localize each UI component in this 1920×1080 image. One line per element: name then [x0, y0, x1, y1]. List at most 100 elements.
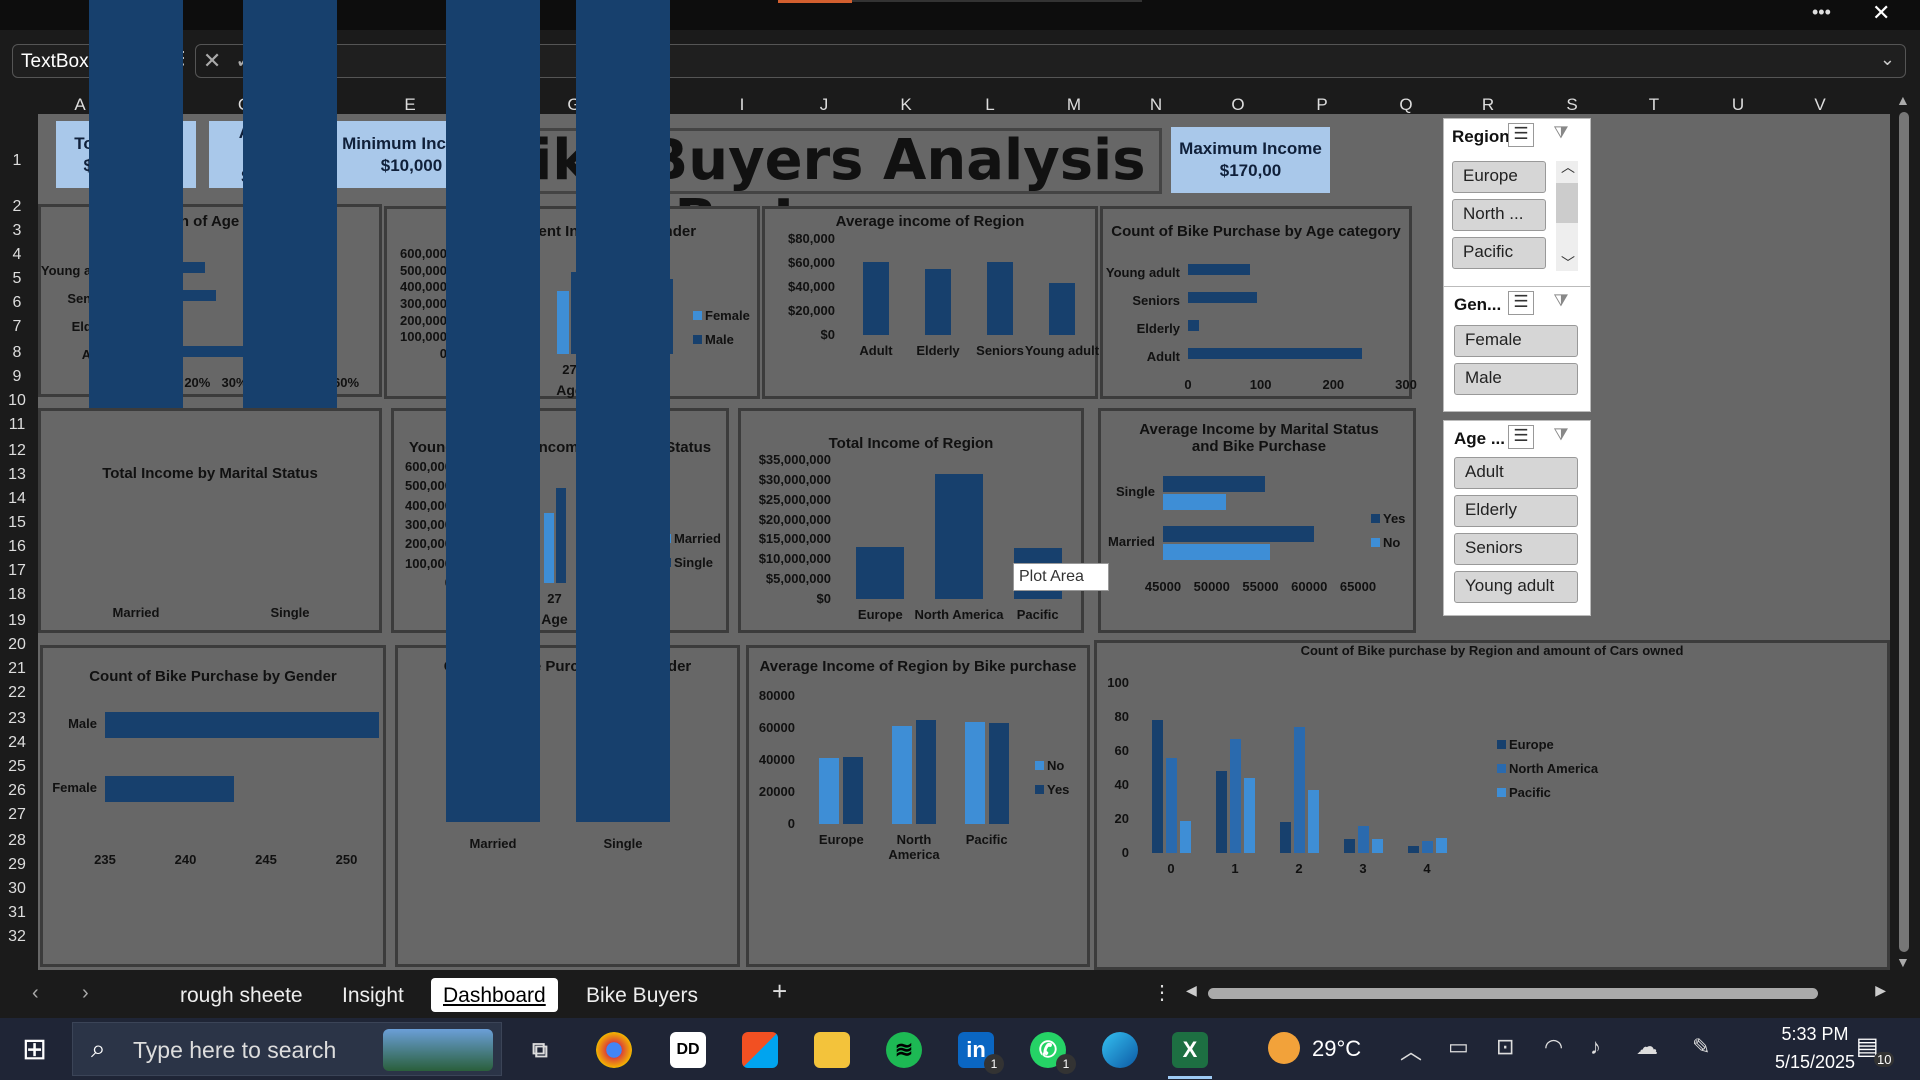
row-header-3[interactable]: 3	[0, 222, 34, 240]
chevron-down-icon[interactable]: ﹀	[1561, 253, 1575, 273]
slicer-item-male[interactable]: Male	[1454, 363, 1578, 395]
row-header-32[interactable]: 32	[0, 928, 34, 946]
row-header-14[interactable]: 14	[0, 490, 34, 508]
expand-formula-icon[interactable]: ⌄	[1880, 49, 1895, 70]
weather-temp[interactable]: 29°C	[1312, 1036, 1361, 1062]
tab-rough-sheete[interactable]: rough sheete	[168, 978, 315, 1012]
chart-count-purchase-gender[interactable]: Count of Bike Purchase by Gender Male Fema…	[40, 645, 438, 967]
row-header-16[interactable]: 16	[0, 538, 34, 556]
chart-total-income-region[interactable]: Total Income of Region $35,000,000 $30,000…	[738, 408, 1084, 633]
tabs-more-icon[interactable]: ⋮	[1152, 980, 1172, 1005]
column-header-r[interactable]: R	[1468, 95, 1508, 115]
slicer-item-europe[interactable]: Europe	[1452, 161, 1546, 193]
device-icon[interactable]: ⊡	[1496, 1034, 1514, 1060]
column-header-l[interactable]: L	[970, 95, 1010, 115]
slicer-item-pacific[interactable]: Pacific	[1452, 237, 1546, 269]
chart-avg-income-marital-purchase[interactable]: Average Income by Marital Status and Bik…	[1098, 408, 1416, 633]
column-header-j[interactable]: J	[804, 95, 844, 115]
excel-icon[interactable]: X	[1172, 1032, 1208, 1068]
chart-youngest-income-gender[interactable]: Youngest Client Income by Gender 600,000 5…	[384, 206, 760, 399]
row-header-20[interactable]: 20	[0, 636, 34, 654]
spotify-icon[interactable]: ≋	[886, 1032, 922, 1068]
vertical-scrollbar[interactable]: ▲ ▼	[1890, 92, 1920, 970]
task-view-icon[interactable]: ⧉	[522, 1032, 558, 1068]
column-header-v[interactable]: V	[1800, 95, 1840, 115]
next-sheet-icon[interactable]: ›	[82, 982, 89, 1005]
row-header-25[interactable]: 25	[0, 758, 34, 776]
chart-count-purchase-marital[interactable]: Count of Bike Purchase by GenderMarried2…	[395, 0, 740, 967]
tab-insight[interactable]: Insight	[330, 978, 416, 1012]
chart-count-purchase-region-cars[interactable]: Count of Bike purchase by Region and amo…	[1094, 640, 1890, 970]
clock-time[interactable]: 5:33 PM	[1760, 1024, 1870, 1045]
slicer-item-adult[interactable]: Adult	[1454, 457, 1578, 489]
column-header-i[interactable]: I	[722, 95, 762, 115]
row-header-21[interactable]: 21	[0, 660, 34, 678]
file-explorer-icon[interactable]	[814, 1032, 850, 1068]
row-header-28[interactable]: 28	[0, 832, 34, 850]
clock-date[interactable]: 5/15/2025	[1760, 1052, 1870, 1073]
row-header-24[interactable]: 24	[0, 734, 34, 752]
row-header-22[interactable]: 22	[0, 684, 34, 702]
slicer-region[interactable]: Region ☰ ⧩ Europe North ... Pacific ︿ ﹀	[1443, 118, 1591, 288]
dolby-icon[interactable]: DD	[670, 1032, 706, 1068]
add-sheet-icon[interactable]: +	[772, 976, 787, 1007]
row-header-27[interactable]: 27	[0, 806, 34, 824]
close-icon[interactable]: ✕	[1872, 0, 1890, 26]
dashboard-sheet[interactable]: Total Income $56,670,00 Average Income $…	[38, 0, 1890, 970]
horizontal-scrollbar[interactable]: ◀ ▶	[1186, 982, 1886, 1004]
row-header-10[interactable]: 10	[0, 392, 34, 410]
column-header-m[interactable]: M	[1054, 95, 1094, 115]
row-header-12[interactable]: 12	[0, 442, 34, 460]
chrome-icon[interactable]	[596, 1032, 632, 1068]
cancel-icon[interactable]: ✕	[203, 49, 221, 74]
scroll-thumb[interactable]	[1208, 988, 1818, 999]
row-header-13[interactable]: 13	[0, 466, 34, 484]
row-header-4[interactable]: 4	[0, 246, 34, 264]
row-header-31[interactable]: 31	[0, 904, 34, 922]
column-header-o[interactable]: O	[1218, 95, 1258, 115]
chart-youngest-income-marital[interactable]: Youngest Clients Income by Marital Statu…	[391, 408, 729, 633]
chart-total-income-marital[interactable]: Total Income by Marital StatusMarried$32…	[38, 0, 382, 633]
scroll-thumb[interactable]	[1899, 112, 1909, 952]
slicer-item-seniors[interactable]: Seniors	[1454, 533, 1578, 565]
pen-icon[interactable]: ✎	[1692, 1034, 1710, 1060]
volume-icon[interactable]: ♪	[1590, 1034, 1601, 1060]
clear-filter-icon[interactable]: ⧩	[1548, 123, 1574, 147]
slicer-gender[interactable]: Gen... ☰ ⧩ Female Male	[1443, 286, 1591, 412]
kpi-maximum-income[interactable]: Maximum Income $170,00	[1171, 127, 1330, 193]
scroll-down-icon[interactable]: ▼	[1896, 954, 1910, 970]
column-header-u[interactable]: U	[1718, 95, 1758, 115]
multi-select-icon[interactable]: ☰	[1508, 123, 1534, 147]
chart-count-purchase-age[interactable]: Count of Bike Purchase by Age category Yo…	[1100, 206, 1417, 399]
column-header-k[interactable]: K	[886, 95, 926, 115]
tab-bike-buyers[interactable]: Bike Buyers	[574, 978, 710, 1012]
slicer-item-elderly[interactable]: Elderly	[1454, 495, 1578, 527]
scroll-right-icon[interactable]: ▶	[1875, 982, 1886, 999]
battery-icon[interactable]: ▭	[1448, 1034, 1469, 1060]
slicer-item-young-adult[interactable]: Young adult	[1454, 571, 1578, 603]
row-header-19[interactable]: 19	[0, 612, 34, 630]
taskbar-search[interactable]: ⌕ Type here to search	[72, 1022, 502, 1076]
column-header-q[interactable]: Q	[1386, 95, 1426, 115]
multi-select-icon[interactable]: ☰	[1508, 425, 1534, 449]
row-header-17[interactable]: 17	[0, 562, 34, 580]
row-header-15[interactable]: 15	[0, 514, 34, 532]
clear-filter-icon[interactable]: ⧩	[1548, 291, 1574, 315]
tab-dashboard[interactable]: Dashboard	[431, 978, 558, 1012]
row-header-30[interactable]: 30	[0, 880, 34, 898]
column-header-t[interactable]: T	[1634, 95, 1674, 115]
edge-icon[interactable]	[1102, 1032, 1138, 1068]
prev-sheet-icon[interactable]: ‹	[32, 982, 39, 1005]
row-header-11[interactable]: 11	[0, 416, 34, 434]
column-header-e[interactable]: E	[390, 95, 430, 115]
wifi-icon[interactable]: ◠	[1544, 1034, 1563, 1060]
chart-avg-income-region[interactable]: Average income of Region $80,000 $60,000 $4…	[762, 206, 1099, 399]
slicer-scrollbar[interactable]: ︿ ﹀	[1556, 159, 1578, 273]
weather-icon[interactable]	[1268, 1032, 1300, 1064]
chevron-up-icon[interactable]: ︿	[1561, 157, 1575, 177]
multi-select-icon[interactable]: ☰	[1508, 291, 1534, 315]
chevron-up-icon[interactable]: ︿	[1400, 1034, 1422, 1066]
scroll-up-icon[interactable]: ▲	[1896, 92, 1910, 108]
row-header-1[interactable]: 1	[0, 152, 34, 170]
row-header-29[interactable]: 29	[0, 856, 34, 874]
